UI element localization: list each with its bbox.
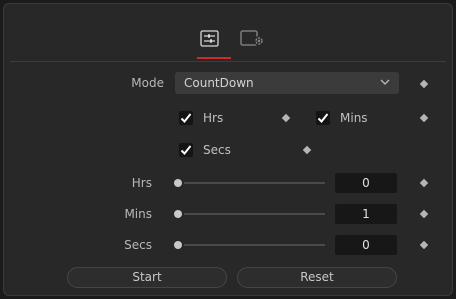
hrs-value-field[interactable]: 0 — [335, 173, 397, 193]
secs-slider-label: Secs — [124, 238, 152, 252]
mins-slider-track[interactable] — [184, 213, 325, 215]
hrs-slider-keyframe-icon[interactable] — [419, 178, 429, 188]
checkmark-icon — [180, 113, 192, 123]
secs-slider-track[interactable] — [184, 244, 325, 246]
mins-slider-handle[interactable] — [174, 210, 182, 218]
mode-keyframe-icon[interactable] — [419, 79, 429, 89]
mode-value: CountDown — [184, 76, 254, 90]
secs-checkbox-label: Secs — [203, 143, 231, 157]
mins-checkbox[interactable] — [316, 111, 330, 125]
chevron-down-icon — [380, 79, 390, 85]
secs-value-field[interactable]: 0 — [335, 235, 397, 255]
settings-tab-icon[interactable] — [240, 30, 266, 51]
hrs-checkbox[interactable] — [179, 111, 193, 125]
active-tab-indicator — [197, 57, 231, 59]
hrs-checkbox-keyframe-icon[interactable] — [281, 113, 291, 123]
mins-slider-keyframe-icon[interactable] — [419, 209, 429, 219]
hrs-slider-track[interactable] — [184, 182, 325, 184]
mins-slider-label: Mins — [124, 207, 152, 221]
secs-checkbox-keyframe-icon[interactable] — [302, 145, 312, 155]
mode-dropdown[interactable]: CountDown — [175, 72, 399, 94]
start-button[interactable]: Start — [67, 267, 227, 288]
hrs-checkbox-label: Hrs — [203, 111, 224, 125]
mins-checkbox-label: Mins — [340, 111, 368, 125]
hrs-slider-label: Hrs — [131, 176, 152, 190]
tab-divider — [10, 61, 446, 62]
hrs-slider-handle[interactable] — [174, 179, 182, 187]
sliders-tab-icon[interactable] — [200, 30, 219, 50]
timer-inspector-panel: Mode CountDown Hrs Mins Secs Hrs 0 Mins … — [3, 3, 453, 296]
checkmark-icon — [317, 113, 329, 123]
mins-checkbox-keyframe-icon[interactable] — [419, 113, 429, 123]
secs-checkbox[interactable] — [179, 143, 193, 157]
secs-slider-handle[interactable] — [174, 241, 182, 249]
mins-value-field[interactable]: 1 — [335, 204, 397, 224]
reset-button[interactable]: Reset — [237, 267, 397, 288]
mode-label: Mode — [131, 76, 164, 90]
checkmark-icon — [180, 145, 192, 155]
secs-slider-keyframe-icon[interactable] — [419, 240, 429, 250]
